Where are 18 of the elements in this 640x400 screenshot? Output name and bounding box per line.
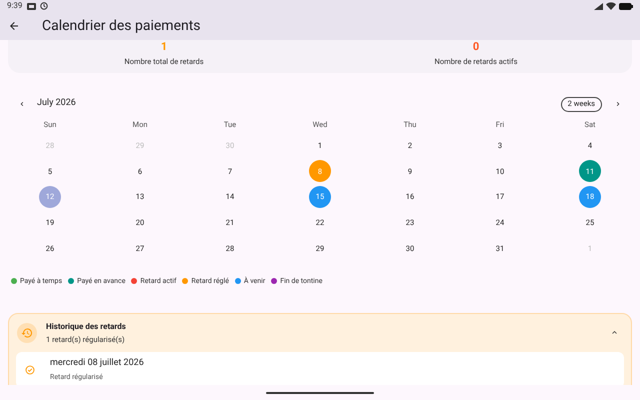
history-item-date: mercredi 08 juillet 2026	[50, 356, 144, 370]
home-indicator[interactable]	[266, 392, 374, 394]
app-bar-title: Calendrier des paiements	[42, 16, 201, 36]
clock-icon	[40, 2, 48, 10]
status-time: 9:39	[7, 0, 22, 12]
previous-month-button[interactable]	[18, 100, 26, 108]
wifi-icon	[606, 2, 616, 10]
history-title: Historique des retards	[46, 320, 127, 333]
history-icon	[17, 322, 37, 343]
next-month-button[interactable]	[614, 100, 622, 108]
signal-icon	[594, 2, 603, 10]
back-button[interactable]	[8, 20, 20, 32]
stat-value: 0	[472, 40, 480, 54]
battery-icon	[619, 2, 633, 10]
check-circle-icon	[25, 364, 35, 375]
notification-icon	[27, 2, 36, 10]
stat-value: 1	[160, 40, 168, 54]
month-title: July 2026	[37, 97, 76, 110]
